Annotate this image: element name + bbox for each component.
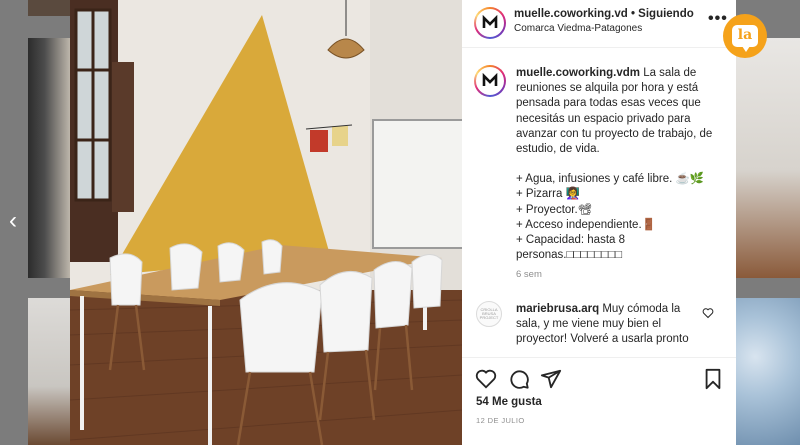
caption-text: muelle.coworking.vdm La sala de reunione… <box>516 66 722 263</box>
background-right-thumbnails <box>736 0 800 445</box>
caption-username-link[interactable]: muelle.coworking.vdm <box>516 67 640 79</box>
commenter-avatar[interactable]: CRIOLLA BRUSA PROJECT <box>476 301 502 327</box>
la-logo-badge: la <box>723 14 767 58</box>
commenter-username-link[interactable]: mariebrusa.arq <box>516 303 599 315</box>
background-thumbnail <box>28 0 70 16</box>
background-thumbnail <box>28 38 70 278</box>
post-photo <box>70 0 462 445</box>
post-date: 12 DE JULIO <box>476 416 525 425</box>
caption-item: + Pizarra 👩‍🏫 <box>516 188 580 201</box>
la-logo-icon: la <box>732 25 758 52</box>
comment-row: CRIOLLA BRUSA PROJECT mariebrusa.arq Muy… <box>462 298 736 356</box>
caption-avatar[interactable] <box>474 65 506 97</box>
likes-count[interactable]: 54 Me gusta <box>476 396 542 408</box>
header-username-link[interactable]: muelle.coworking.vd <box>514 8 628 20</box>
muelle-logo-icon <box>476 67 504 95</box>
meeting-room-image <box>70 0 462 445</box>
comment-text: mariebrusa.arq Muy cómoda la sala, y me … <box>516 302 694 348</box>
header-user-line: muelle.coworking.vd • Siguiendo <box>514 8 694 20</box>
background-thumbnail <box>28 298 70 445</box>
background-thumbnail <box>736 38 800 278</box>
caption-item: + Agua, infusiones y café libre. ☕🌿 <box>516 173 705 186</box>
post-actions: 54 Me gusta 12 DE JULIO <box>462 357 736 445</box>
comment-like-heart-icon[interactable] <box>702 307 714 319</box>
previous-post-arrow-icon[interactable]: ‹ <box>4 208 22 234</box>
caption-item: + Capacidad: hasta 8 personas.□□□□□□□□ <box>516 234 626 262</box>
post-header: muelle.coworking.vd • Siguiendo Comarca … <box>462 0 736 48</box>
profile-avatar[interactable] <box>474 7 506 39</box>
caption-intro: La sala de reuniones se alquila por hora… <box>516 67 713 156</box>
like-heart-icon[interactable] <box>475 368 497 390</box>
background-thumbnail <box>736 298 800 445</box>
caption-item: + Acceso independiente.🚪 <box>516 218 656 231</box>
location-link[interactable]: Comarca Viedma-Patagones <box>514 23 642 34</box>
caption-timestamp[interactable]: 6 sem <box>516 269 542 280</box>
save-bookmark-icon[interactable] <box>702 368 724 390</box>
muelle-logo-icon <box>476 9 504 37</box>
follow-status[interactable]: • Siguiendo <box>631 8 694 20</box>
share-send-icon[interactable] <box>540 368 562 390</box>
post-panel: muelle.coworking.vd • Siguiendo Comarca … <box>462 0 736 445</box>
comment-bubble-icon[interactable] <box>508 368 530 390</box>
caption-item: + Proyector.📽 <box>516 203 593 216</box>
